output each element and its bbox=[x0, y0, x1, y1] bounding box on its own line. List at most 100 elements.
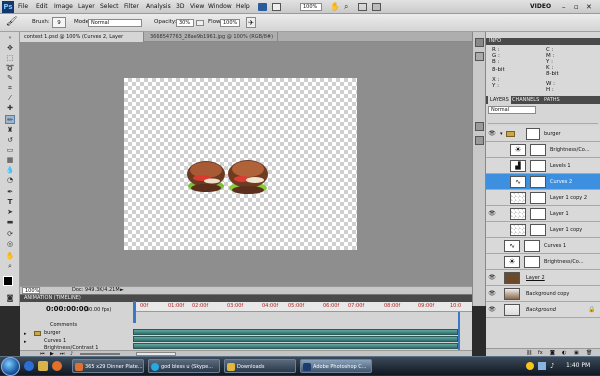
status-menu-arrow-icon[interactable]: ► bbox=[120, 287, 124, 294]
layer-row[interactable]: Layer 1 copy bbox=[486, 222, 600, 238]
layer-row[interactable]: ∿ Curves 1 bbox=[486, 238, 600, 254]
foreground-color-swatch[interactable] bbox=[3, 276, 13, 286]
track-bar-curves-1[interactable] bbox=[133, 336, 458, 342]
bridge-icon[interactable] bbox=[258, 3, 267, 11]
ie-quicklaunch-icon[interactable] bbox=[24, 361, 34, 371]
brush-tool-selected-icon[interactable]: ✏ bbox=[5, 115, 15, 124]
layer-row[interactable]: 👁 Layer 2 bbox=[486, 270, 600, 286]
minimize-icon[interactable]: – bbox=[562, 2, 566, 12]
screen-mode-icon[interactable] bbox=[372, 3, 381, 11]
track-expand-arrow-icon[interactable]: ▸ bbox=[24, 331, 27, 337]
layer-mask-thumbnail[interactable] bbox=[530, 192, 546, 204]
group-expand-arrow-icon[interactable]: ▾ bbox=[500, 131, 503, 137]
close-icon[interactable]: ✕ bbox=[586, 2, 592, 12]
layer-mask-thumbnail[interactable] bbox=[530, 208, 546, 220]
zoom-tool-icon[interactable]: ⌕ bbox=[5, 262, 15, 271]
mode-select[interactable]: Normal bbox=[88, 19, 142, 27]
move-tool-icon[interactable]: ✥ bbox=[5, 44, 15, 53]
pen-tool-icon[interactable]: ✒ bbox=[5, 188, 15, 197]
shape-tool-icon[interactable]: ▬ bbox=[5, 218, 15, 227]
layer-visibility-eye-icon[interactable] bbox=[488, 258, 496, 266]
opacity-pressure-icon[interactable] bbox=[196, 20, 204, 26]
track-burger[interactable]: burger bbox=[44, 330, 61, 336]
tab-paths[interactable]: PATHS bbox=[544, 96, 560, 104]
marquee-tool-icon[interactable]: ⬚ bbox=[5, 54, 15, 63]
eyedropper-tool-icon[interactable]: ⁄ bbox=[5, 94, 15, 103]
layer-row[interactable]: ▟ Levels 1 bbox=[486, 158, 600, 174]
minibridge-icon[interactable] bbox=[272, 3, 281, 11]
tab-contest-psd[interactable]: contest 1.psd @ 100% (Curves 2, Layer Ma… bbox=[20, 32, 144, 50]
layer-mask-thumbnail[interactable] bbox=[530, 144, 546, 156]
document-canvas[interactable] bbox=[124, 78, 357, 250]
taskbar-item-downloads[interactable]: Downloads bbox=[224, 359, 296, 373]
track-curves-1[interactable]: Curves 1 bbox=[44, 338, 66, 344]
track-expand-arrow-icon[interactable]: ▸ bbox=[24, 339, 27, 345]
menu-file[interactable]: File bbox=[18, 2, 28, 12]
layer-row[interactable]: 👁 ▾ burger bbox=[486, 126, 600, 142]
menu-filter[interactable]: Filter bbox=[124, 2, 139, 12]
maximize-icon[interactable]: ▫ bbox=[574, 2, 579, 12]
menu-3d[interactable]: 3D bbox=[176, 2, 184, 12]
layer-mask-thumbnail[interactable] bbox=[524, 256, 540, 268]
explorer-quicklaunch-icon[interactable] bbox=[38, 361, 48, 371]
layer-visibility-eye-icon[interactable] bbox=[488, 242, 496, 250]
menu-window[interactable]: Window bbox=[208, 2, 232, 12]
3d-rotate-tool-icon[interactable]: ⟳ bbox=[5, 230, 15, 239]
menu-help[interactable]: Help bbox=[236, 2, 250, 12]
tab-channels[interactable]: CHANNELS bbox=[512, 96, 539, 104]
masks-panel-icon[interactable] bbox=[475, 136, 484, 145]
volume-icon[interactable]: ♪ bbox=[550, 362, 554, 370]
layer-row[interactable]: ☀ Brightness/Co... bbox=[486, 142, 600, 158]
layer-visibility-eye-icon[interactable] bbox=[488, 162, 496, 170]
menu-image[interactable]: Image bbox=[54, 2, 73, 12]
hand-tool-icon[interactable]: ✋ bbox=[330, 2, 340, 12]
clock[interactable]: 1:40 PM bbox=[566, 362, 590, 369]
workspace-switcher[interactable]: VIDEO bbox=[530, 2, 551, 12]
track-comments[interactable]: Comments bbox=[50, 322, 77, 328]
media-quicklaunch-icon[interactable] bbox=[52, 361, 62, 371]
flow-field[interactable]: 100% bbox=[220, 19, 240, 27]
crop-tool-icon[interactable]: ⌗ bbox=[5, 84, 15, 93]
path-select-tool-icon[interactable]: ➤ bbox=[5, 208, 15, 217]
airbrush-icon[interactable]: ✈ bbox=[246, 17, 256, 28]
layer-row-selected[interactable]: ∿ Curves 2 bbox=[486, 174, 600, 190]
tab-burger-jpg[interactable]: 3668547763_28ae9b1961.jpg @ 100% (RGB/8#… bbox=[146, 32, 278, 42]
layer-row[interactable]: ☀ Brightness/Co... bbox=[486, 254, 600, 270]
layer-visibility-eye-icon[interactable]: 👁 bbox=[488, 274, 496, 282]
start-button[interactable] bbox=[1, 357, 20, 376]
menu-view[interactable]: View bbox=[190, 2, 204, 12]
blur-tool-icon[interactable]: 💧 bbox=[5, 166, 15, 175]
arrange-documents-icon[interactable] bbox=[358, 3, 367, 11]
menu-layer[interactable]: Layer bbox=[78, 2, 95, 12]
history-brush-tool-icon[interactable]: ↺ bbox=[5, 136, 15, 145]
layer-visibility-eye-icon[interactable]: 👁 bbox=[488, 290, 496, 298]
layer-visibility-eye-icon[interactable]: 👁 bbox=[488, 130, 496, 138]
tab-layers[interactable]: LAYERS bbox=[488, 96, 511, 104]
gradient-tool-icon[interactable]: ▦ bbox=[5, 156, 15, 165]
healing-brush-tool-icon[interactable]: ✚ bbox=[5, 104, 15, 113]
status-zoom-field[interactable]: 100% bbox=[22, 287, 40, 294]
blend-mode-select[interactable]: Normal bbox=[488, 106, 536, 114]
track-bar-brightness[interactable] bbox=[133, 343, 458, 349]
layer-mask-thumbnail[interactable] bbox=[530, 224, 546, 236]
clone-stamp-tool-icon[interactable]: ♜ bbox=[5, 126, 15, 135]
lasso-tool-icon[interactable]: ➰ bbox=[5, 64, 15, 73]
taskbar-item-skype[interactable]: god bless u (Skype... bbox=[148, 359, 220, 373]
playhead-handle[interactable] bbox=[133, 301, 136, 323]
brush-size-picker[interactable]: 9 bbox=[52, 17, 66, 28]
dodge-tool-icon[interactable]: ◔ bbox=[5, 176, 15, 185]
eraser-tool-icon[interactable]: ▭ bbox=[5, 146, 15, 155]
adjustments-panel-icon[interactable] bbox=[475, 122, 484, 131]
layer-row[interactable]: Layer 1 copy 2 bbox=[486, 190, 600, 206]
3d-orbit-tool-icon[interactable]: ◎ bbox=[5, 240, 15, 249]
type-tool-icon[interactable]: T bbox=[5, 198, 15, 207]
quick-mask-icon[interactable]: ◙ bbox=[5, 294, 15, 303]
layer-mask-thumbnail[interactable] bbox=[530, 176, 546, 188]
layer-row[interactable]: 👁 Layer 1 bbox=[486, 206, 600, 222]
taskbar-item-firefox[interactable]: 365 x29 Dinner Plate... bbox=[72, 359, 144, 373]
layer-visibility-eye-icon[interactable] bbox=[488, 178, 496, 186]
layer-visibility-eye-icon[interactable]: 👁 bbox=[488, 306, 496, 314]
layer-row[interactable]: 👁 Background copy bbox=[486, 286, 600, 302]
layer-mask-thumbnail[interactable] bbox=[526, 128, 540, 140]
track-bar-burger[interactable] bbox=[133, 329, 458, 335]
